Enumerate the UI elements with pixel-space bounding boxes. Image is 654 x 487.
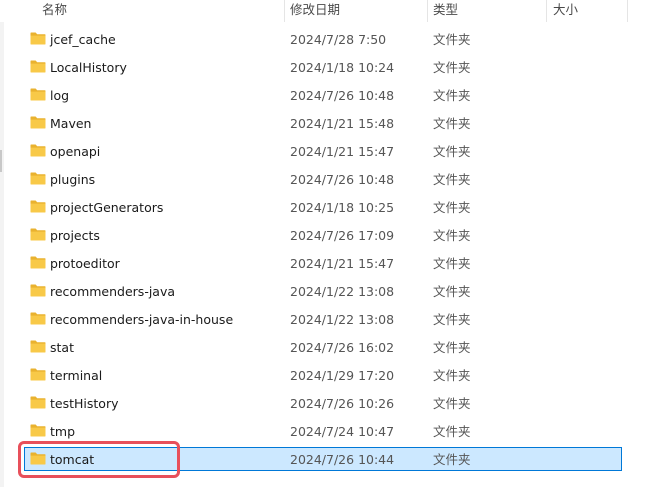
file-modified-date: 2024/7/26 10:26 <box>290 396 395 411</box>
folder-icon <box>30 396 46 409</box>
file-type: 文件夹 <box>433 312 471 327</box>
file-modified-date: 2024/1/29 17:20 <box>290 368 395 383</box>
file-row-log[interactable]: log 2024/7/26 10:48 文件夹 <box>0 82 654 110</box>
file-row-plugins[interactable]: plugins 2024/7/26 10:48 文件夹 <box>0 166 654 194</box>
file-modified-date: 2024/1/22 13:08 <box>290 284 395 299</box>
file-modified-date: 2024/7/26 10:44 <box>290 452 395 467</box>
file-row-recommenders-java-in-house[interactable]: recommenders-java-in-house 2024/1/22 13:… <box>0 306 654 334</box>
file-name: recommenders-java-in-house <box>50 312 234 327</box>
file-row-projects[interactable]: projects 2024/7/26 17:09 文件夹 <box>0 222 654 250</box>
file-modified-date: 2024/7/26 17:09 <box>290 228 395 243</box>
file-list: jcef_cache 2024/7/28 7:50 文件夹 LocalHisto… <box>0 26 654 474</box>
file-modified-date: 2024/1/21 15:48 <box>290 116 395 131</box>
folder-icon <box>30 284 46 297</box>
file-modified-date: 2024/1/21 15:47 <box>290 144 395 159</box>
file-name: jcef_cache <box>50 32 116 47</box>
column-separator[interactable] <box>427 0 428 22</box>
file-name: LocalHistory <box>50 60 127 75</box>
column-header-name[interactable]: 名称 <box>42 0 280 22</box>
annotation-highlight-box <box>18 441 180 478</box>
folder-icon <box>30 32 46 45</box>
column-separator[interactable] <box>546 0 547 22</box>
file-explorer-list: ⌃ 名称 修改日期 类型 大小 jcef_cache 2024/7/28 7:5… <box>0 0 654 487</box>
folder-icon <box>30 172 46 185</box>
file-name: terminal <box>50 368 103 383</box>
file-name: log <box>50 88 70 103</box>
folder-icon <box>30 144 46 157</box>
file-modified-date: 2024/1/21 15:47 <box>290 256 395 271</box>
file-modified-date: 2024/7/24 10:47 <box>290 424 395 439</box>
file-name: Maven <box>50 116 92 131</box>
file-modified-date: 2024/7/26 10:48 <box>290 172 395 187</box>
file-type: 文件夹 <box>433 256 471 271</box>
column-separator[interactable] <box>284 0 285 22</box>
column-header-type[interactable]: 类型 <box>433 0 541 22</box>
folder-icon <box>30 200 46 213</box>
file-modified-date: 2024/1/18 10:24 <box>290 60 395 75</box>
file-type: 文件夹 <box>433 368 471 383</box>
file-row-terminal[interactable]: terminal 2024/1/29 17:20 文件夹 <box>0 362 654 390</box>
folder-icon <box>30 88 46 101</box>
file-type: 文件夹 <box>433 228 471 243</box>
file-name: stat <box>50 340 74 355</box>
column-header-size[interactable]: 大小 <box>553 0 623 22</box>
file-modified-date: 2024/7/26 10:48 <box>290 88 395 103</box>
folder-icon <box>30 424 46 437</box>
folder-icon <box>30 256 46 269</box>
file-row-jcef_cache[interactable]: jcef_cache 2024/7/28 7:50 文件夹 <box>0 26 654 54</box>
file-type: 文件夹 <box>433 144 471 159</box>
file-name: testHistory <box>50 396 119 411</box>
file-type: 文件夹 <box>433 88 471 103</box>
folder-icon <box>30 368 46 381</box>
file-modified-date: 2024/1/18 10:25 <box>290 200 395 215</box>
folder-icon <box>30 116 46 129</box>
file-type: 文件夹 <box>433 60 471 75</box>
file-type: 文件夹 <box>433 424 471 439</box>
file-name: projectGenerators <box>50 200 164 215</box>
file-modified-date: 2024/7/28 7:50 <box>290 32 387 47</box>
file-name: openapi <box>50 144 101 159</box>
folder-icon <box>30 60 46 73</box>
file-row-stat[interactable]: stat 2024/7/26 16:02 文件夹 <box>0 334 654 362</box>
file-row-recommenders-java[interactable]: recommenders-java 2024/1/22 13:08 文件夹 <box>0 278 654 306</box>
file-type: 文件夹 <box>433 200 471 215</box>
column-header-bar: ⌃ 名称 修改日期 类型 大小 <box>0 0 654 22</box>
file-row-Maven[interactable]: Maven 2024/1/21 15:48 文件夹 <box>0 110 654 138</box>
file-name: plugins <box>50 172 96 187</box>
file-type: 文件夹 <box>433 396 471 411</box>
file-modified-date: 2024/7/26 16:02 <box>290 340 395 355</box>
file-name: recommenders-java <box>50 284 176 299</box>
file-type: 文件夹 <box>433 340 471 355</box>
file-row-testHistory[interactable]: testHistory 2024/7/26 10:26 文件夹 <box>0 390 654 418</box>
file-type: 文件夹 <box>433 284 471 299</box>
file-type: 文件夹 <box>433 172 471 187</box>
file-name: projects <box>50 228 100 243</box>
file-modified-date: 2024/1/22 13:08 <box>290 312 395 327</box>
file-type: 文件夹 <box>433 116 471 131</box>
file-type: 文件夹 <box>433 452 471 467</box>
file-row-openapi[interactable]: openapi 2024/1/21 15:47 文件夹 <box>0 138 654 166</box>
folder-icon <box>30 312 46 325</box>
column-separator[interactable] <box>627 0 628 22</box>
file-type: 文件夹 <box>433 32 471 47</box>
file-row-projectGenerators[interactable]: projectGenerators 2024/1/18 10:25 文件夹 <box>0 194 654 222</box>
folder-icon <box>30 340 46 353</box>
file-row-protoeditor[interactable]: protoeditor 2024/1/21 15:47 文件夹 <box>0 250 654 278</box>
file-row-LocalHistory[interactable]: LocalHistory 2024/1/18 10:24 文件夹 <box>0 54 654 82</box>
folder-icon <box>30 228 46 241</box>
file-name: protoeditor <box>50 256 120 271</box>
column-header-modified[interactable]: 修改日期 <box>290 0 422 22</box>
